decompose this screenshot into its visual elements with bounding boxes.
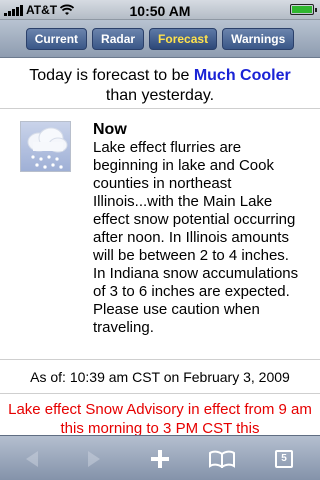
advisory-link[interactable]: Lake effect Snow Advisory in effect from… bbox=[0, 394, 320, 435]
trend-suffix: than yesterday. bbox=[105, 87, 215, 104]
pages-count: 5 bbox=[281, 453, 287, 464]
as-of-timestamp: As of: 10:39 am CST on February 3, 2009 bbox=[0, 360, 320, 394]
tab-current[interactable]: Current bbox=[25, 27, 88, 50]
tab-forecast[interactable]: Forecast bbox=[149, 27, 218, 50]
back-button[interactable] bbox=[10, 436, 54, 480]
now-title: Now bbox=[93, 121, 127, 138]
bookmarks-icon bbox=[209, 450, 235, 468]
snow-cloud-icon bbox=[20, 121, 71, 172]
top-nav: Current Radar Forecast Warnings bbox=[0, 20, 320, 58]
pages-icon: 5 bbox=[275, 449, 293, 468]
now-text: Now Lake effect flurries are beginning i… bbox=[93, 121, 301, 359]
tab-radar[interactable]: Radar bbox=[92, 27, 145, 50]
forecast-content: Today is forecast to be Much Cooler than… bbox=[0, 58, 320, 435]
bookmarks-button[interactable] bbox=[200, 436, 244, 480]
now-body: Lake effect flurries are beginning in la… bbox=[93, 139, 299, 336]
battery-icon bbox=[290, 4, 317, 15]
back-arrow-icon bbox=[26, 450, 38, 467]
add-bookmark-button[interactable] bbox=[138, 436, 182, 480]
trend-highlight: Much Cooler bbox=[193, 67, 291, 84]
trend-summary: Today is forecast to be Much Cooler than… bbox=[0, 58, 320, 109]
tab-warnings[interactable]: Warnings bbox=[222, 27, 295, 50]
trend-prefix: Today is forecast to be bbox=[29, 67, 194, 84]
status-bar: AT&T 10:50 AM bbox=[0, 0, 320, 20]
forward-button[interactable] bbox=[72, 436, 116, 480]
pages-button[interactable]: 5 bbox=[262, 436, 306, 480]
now-section: Now Lake effect flurries are beginning i… bbox=[0, 109, 320, 360]
forward-arrow-icon bbox=[88, 450, 100, 467]
plus-icon bbox=[151, 449, 169, 468]
status-time: 10:50 AM bbox=[129, 3, 191, 19]
browser-toolbar: 5 bbox=[0, 435, 320, 480]
